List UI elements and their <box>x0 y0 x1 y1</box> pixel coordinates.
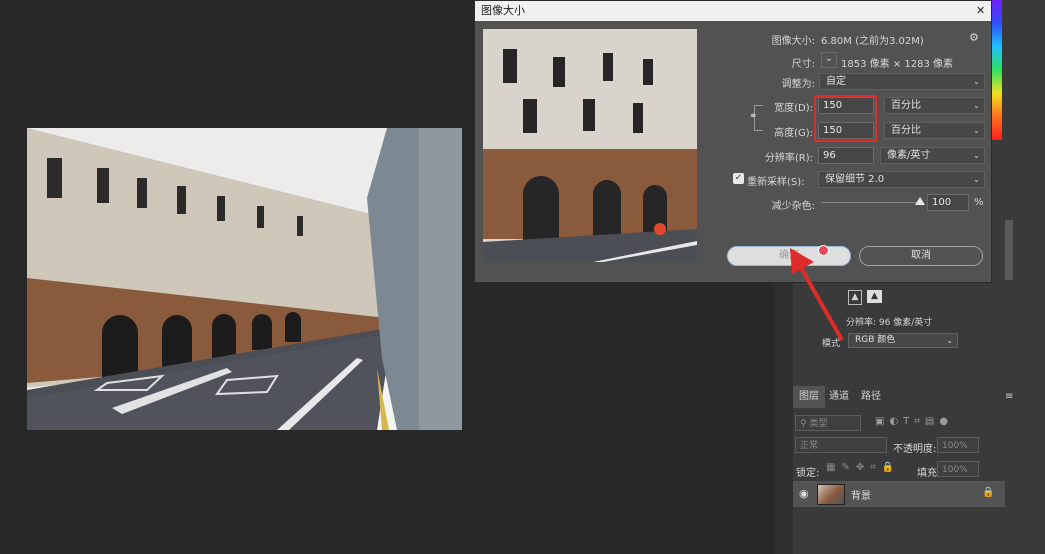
cancel-label: 取消 <box>911 250 931 261</box>
canvas-image[interactable] <box>27 128 462 430</box>
mode-value: RGB 颜色 <box>855 335 896 345</box>
resample-select[interactable]: 保留细节 2.0 ⌄ <box>818 171 985 188</box>
resolution-unit-select[interactable]: 像素/英寸 ⌄ <box>880 147 985 164</box>
fit-to-label: 调整为: <box>781 79 815 90</box>
chevron-down-icon: ⌄ <box>973 151 980 160</box>
resolution-input[interactable]: 96 <box>818 147 874 164</box>
layer-name: 背景 <box>851 491 871 502</box>
dimensions-label: 尺寸: <box>791 59 815 70</box>
annotation-arrow <box>790 248 844 341</box>
highlight-box <box>814 95 877 142</box>
layer-row-background[interactable]: ◉ 背景 🔒 <box>793 481 1005 507</box>
width-label: 宽度(D): <box>774 103 813 114</box>
height-unit-select[interactable]: 百分比 ⌄ <box>884 122 985 139</box>
image-size-value: 6.80M (之前为3.02M) <box>821 36 924 47</box>
panel-menu-icon[interactable]: ≡ <box>1005 386 1013 408</box>
opacity-label: 不透明度: <box>893 444 937 455</box>
image-size-label: 图像大小: <box>771 36 815 47</box>
resolution-label: 分辨率(R): <box>764 153 813 164</box>
noise-unit: % <box>974 197 984 208</box>
layers-tabbar: 图层 通道 路径 ≡ <box>793 386 1017 408</box>
fit-to-select[interactable]: 自定 ⌄ <box>819 73 985 90</box>
close-icon[interactable]: ✕ <box>976 1 985 21</box>
chevron-down-icon: ⌄ <box>946 336 953 345</box>
image-size-dialog: 图像大小 ✕ 图像大小: 6.80M (之前为3.02M) ⚙ 尺寸: ⌄ 18… <box>474 0 992 283</box>
lock-icons[interactable]: ▦✎✥⌗🔒 <box>826 462 900 473</box>
color-spectrum[interactable] <box>992 0 1002 140</box>
lock-icon: 🔒 <box>982 487 995 498</box>
fit-to-value: 自定 <box>826 76 846 87</box>
landscape-icon[interactable]: ▲ <box>867 290 882 303</box>
panel-scrollbar[interactable] <box>1005 220 1013 280</box>
chevron-down-icon: ⌄ <box>973 126 980 135</box>
noise-value: 100 <box>932 197 952 208</box>
layer-thumbnail <box>817 484 845 505</box>
noise-input[interactable]: 100 <box>927 194 969 211</box>
layer-filter-input[interactable]: ⚲ 类型 <box>795 415 861 431</box>
tab-paths[interactable]: 路径 <box>861 386 881 408</box>
resample-checkbox[interactable]: ✓ <box>733 173 744 184</box>
blend-mode-select[interactable]: 正常 <box>795 437 887 453</box>
eye-icon[interactable]: ◉ <box>799 487 809 500</box>
dialog-titlebar: 图像大小 ✕ <box>475 1 991 21</box>
opacity-value: 100% <box>942 441 968 451</box>
lock-label: 锁定: <box>796 468 820 479</box>
tab-channels[interactable]: 通道 <box>829 386 849 408</box>
fill-input[interactable]: 100% <box>937 461 979 477</box>
mode-select[interactable]: RGB 颜色 ⌄ <box>848 333 958 348</box>
blend-mode-value: 正常 <box>800 441 819 451</box>
chevron-down-icon: ⌄ <box>973 77 980 86</box>
dimensions-toggle[interactable]: ⌄ <box>821 52 837 68</box>
chevron-down-icon: ⌄ <box>973 101 980 110</box>
width-unit-value: 百分比 <box>891 100 921 111</box>
layer-filter-icons[interactable]: ▣◐T⌗▤● <box>875 416 953 427</box>
noise-slider-thumb[interactable] <box>915 197 925 205</box>
chevron-down-icon: ⌄ <box>973 175 980 184</box>
resample-value: 保留细节 2.0 <box>825 174 885 185</box>
layer-filter-placeholder: 类型 <box>809 419 828 429</box>
gear-icon[interactable]: ⚙ <box>969 31 979 44</box>
dialog-preview-image[interactable] <box>483 29 697 262</box>
noise-slider-track[interactable] <box>821 197 925 205</box>
noise-label: 减少杂色: <box>771 201 815 212</box>
resolution-value: 96 <box>823 150 836 161</box>
fill-value: 100% <box>942 465 968 475</box>
dimensions-value: 1853 像素 × 1283 像素 <box>841 59 953 70</box>
resolution-unit-value: 像素/英寸 <box>887 150 931 161</box>
height-unit-value: 百分比 <box>891 125 921 136</box>
dialog-title: 图像大小 <box>481 4 525 17</box>
height-label: 高度(G): <box>774 128 813 139</box>
opacity-input[interactable]: 100% <box>937 437 979 453</box>
width-unit-select[interactable]: 百分比 ⌄ <box>884 97 985 114</box>
tab-layers[interactable]: 图层 <box>793 386 825 408</box>
resample-label: 重新采样(S): <box>747 177 805 188</box>
cancel-button[interactable]: 取消 <box>859 246 983 266</box>
